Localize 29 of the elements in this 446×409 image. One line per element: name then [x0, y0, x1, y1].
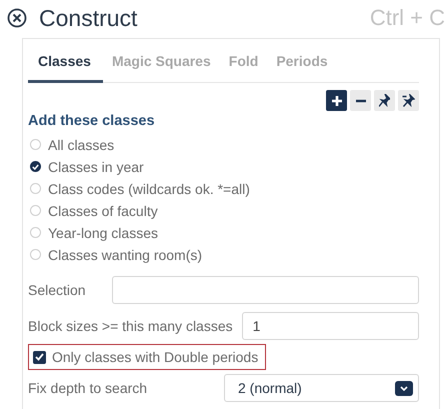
selection-label: Selection	[28, 282, 87, 298]
fix-depth-label: Fix depth to search	[28, 380, 148, 396]
window-title: Construct	[39, 4, 138, 32]
option-label: Year-long classes	[48, 224, 158, 240]
option-label: Classes wanting room(s)	[48, 246, 202, 262]
pin-icon	[379, 94, 390, 107]
option-label: Classes in year	[48, 158, 144, 174]
option-label: All classes	[48, 136, 114, 152]
section-title: Add these classes	[28, 113, 156, 129]
option-label: Classes of faculty	[48, 202, 158, 218]
selection-field[interactable]	[112, 276, 419, 304]
pin-button[interactable]	[398, 90, 419, 111]
plus-icon	[330, 94, 342, 106]
shortcut-label: Ctrl + C	[370, 5, 445, 31]
block-sizes-label: Block sizes >= this many classes	[28, 318, 233, 334]
checkbox[interactable]	[33, 350, 46, 364]
tab[interactable]: Classes	[28, 45, 103, 83]
add-button[interactable]	[326, 90, 347, 111]
block-sizes-field[interactable]: 1	[242, 312, 419, 340]
checkbox-label: Only classes with Double periods	[52, 349, 258, 365]
caret-icon	[400, 386, 408, 390]
close-icon[interactable]	[7, 8, 27, 28]
remove-button[interactable]	[350, 90, 371, 111]
pin-icon	[402, 94, 415, 107]
option-label: Class codes (wildcards ok. *=all)	[48, 180, 250, 196]
minus-icon	[354, 98, 366, 102]
radio-button[interactable]	[30, 161, 41, 172]
depth-dropdown[interactable]: 2 (normal)	[224, 374, 419, 402]
pin-button[interactable]	[374, 90, 395, 111]
